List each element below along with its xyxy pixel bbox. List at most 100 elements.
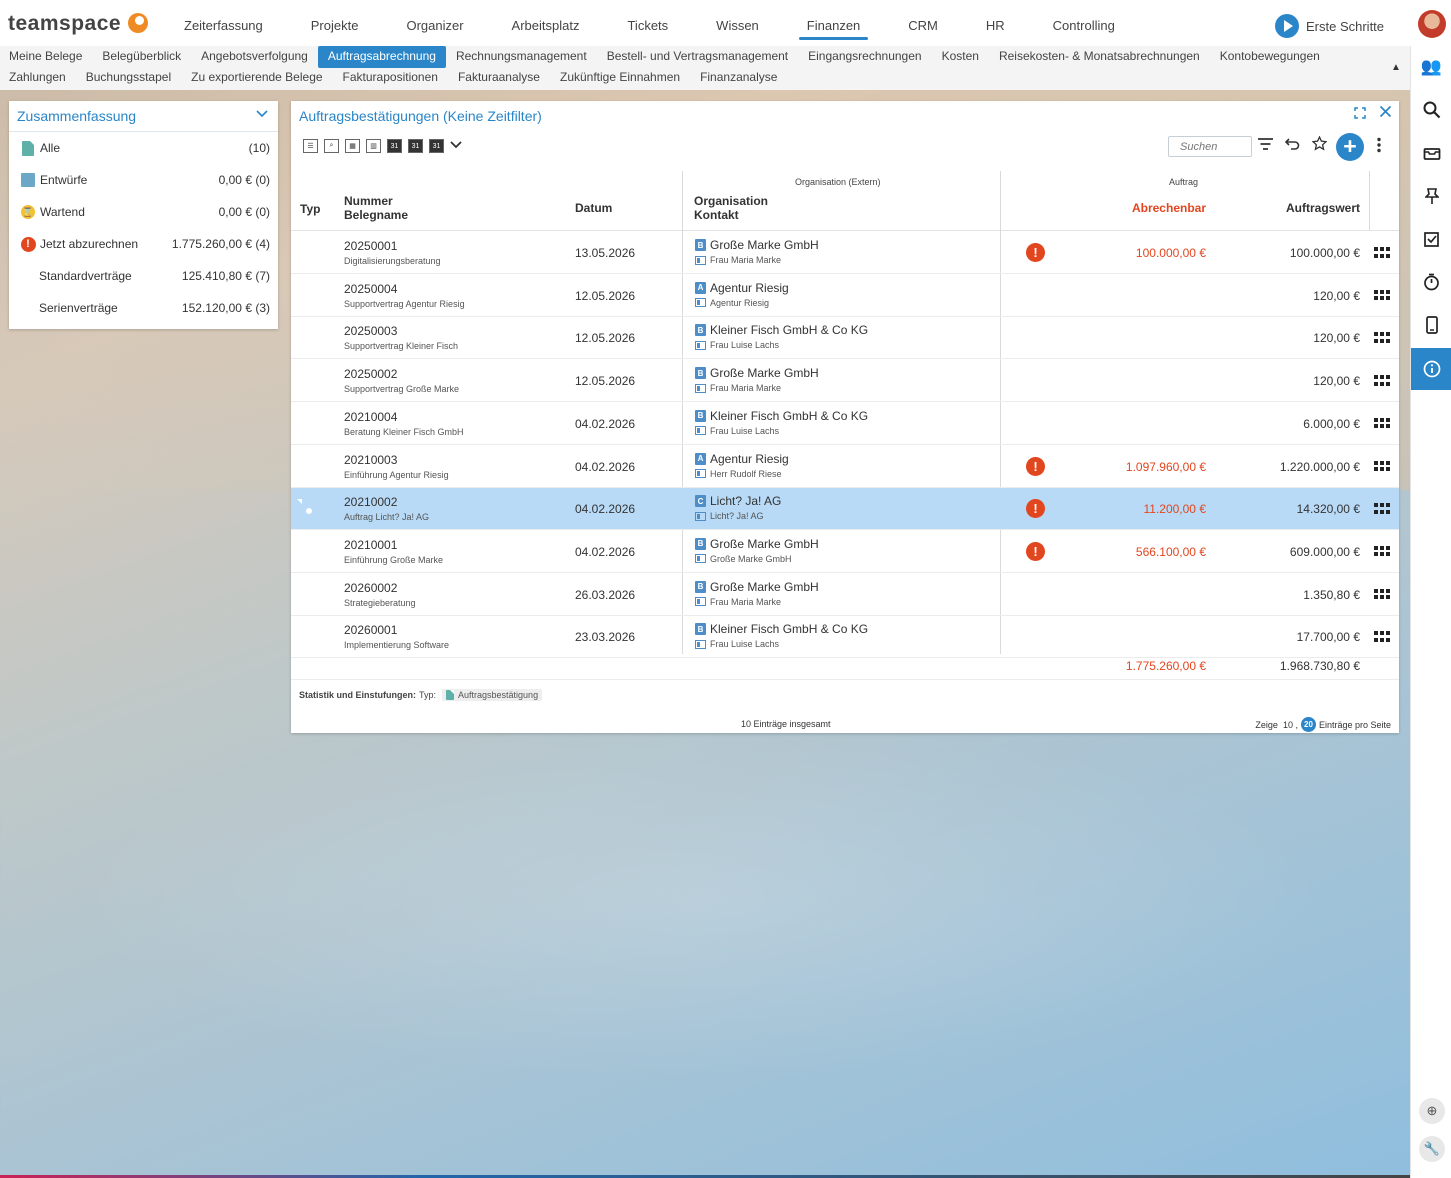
nav-item-tickets[interactable]: Tickets: [603, 0, 692, 46]
tile-view-icon[interactable]: ▦: [345, 139, 360, 153]
collapse-up-icon[interactable]: ▲: [1391, 62, 1401, 73]
table-row[interactable]: 20210001 Einführung Große Marke 04.02.2026…: [291, 531, 1399, 573]
subnav-item-bestell-und-vertragsmanagement[interactable]: Bestell- und Vertragsmanagement: [597, 46, 798, 68]
column-header-typ[interactable]: Typ: [300, 203, 320, 216]
page-size-20[interactable]: 20: [1300, 717, 1316, 732]
table-row[interactable]: 20250001 Digitalisierungsberatung 13.05.20…: [291, 232, 1399, 274]
contact-link[interactable]: Frau Luise Lachs: [695, 426, 779, 436]
row-menu-grid-icon[interactable]: [1374, 545, 1390, 557]
subnav-item-zukuenftige-einnahmen[interactable]: Zukünftige Einnahmen: [550, 67, 690, 89]
subnav-item-meine-belege[interactable]: Meine Belege: [0, 46, 92, 68]
order-number[interactable]: 20260002: [344, 581, 397, 595]
organisation-link[interactable]: B Kleiner Fisch GmbH & Co KG: [695, 323, 868, 337]
calendar-day-icon[interactable]: 31: [387, 139, 402, 153]
app-logo[interactable]: teamspace: [8, 12, 121, 36]
star-icon[interactable]: [1311, 135, 1328, 155]
row-menu-grid-icon[interactable]: [1374, 332, 1390, 343]
detail-view-icon[interactable]: ⌕: [324, 139, 339, 153]
contact-link[interactable]: Frau Luise Lachs: [695, 639, 779, 649]
contact-link[interactable]: Licht? Ja! AG: [695, 511, 764, 521]
alert-icon[interactable]: !: [1026, 499, 1045, 519]
wrench-icon[interactable]: 🔧: [1419, 1136, 1445, 1162]
order-number[interactable]: 20250001: [344, 239, 397, 253]
order-number[interactable]: 20260001: [344, 623, 397, 637]
nav-item-hr[interactable]: HR: [962, 0, 1029, 46]
info-icon[interactable]: [1411, 348, 1451, 390]
undo-icon[interactable]: [1284, 137, 1300, 155]
subnav-item-fakturaanalyse[interactable]: Fakturaanalyse: [448, 67, 550, 89]
column-header-organisation[interactable]: Organisation: [694, 195, 768, 208]
subnav-item-buchungsstapel[interactable]: Buchungsstapel: [76, 67, 181, 89]
subnav-item-kontobewegungen[interactable]: Kontobewegungen: [1210, 46, 1330, 68]
organisation-link[interactable]: B Große Marke GmbH: [695, 537, 819, 551]
order-number[interactable]: 20210003: [344, 453, 397, 467]
subnav-item-auftragsabrechnung[interactable]: Auftragsabrechnung: [317, 46, 446, 68]
row-menu-grid-icon[interactable]: [1374, 417, 1390, 429]
alert-icon[interactable]: !: [1026, 456, 1045, 476]
subnav-item-rechnungsmanagement[interactable]: Rechnungsmanagement: [446, 46, 597, 68]
row-menu-grid-icon[interactable]: [1374, 588, 1390, 600]
column-header-belegname[interactable]: Belegname: [344, 209, 408, 222]
subnav-item-zahlungen[interactable]: Zahlungen: [0, 67, 76, 89]
page-size-10[interactable]: 10 ,: [1283, 720, 1298, 730]
nav-item-crm[interactable]: CRM: [884, 0, 962, 46]
add-button[interactable]: +: [1336, 133, 1364, 161]
column-header-kontakt[interactable]: Kontakt: [694, 209, 739, 222]
stat-tag[interactable]: Auftragsbestätigung: [442, 689, 543, 701]
organisation-link[interactable]: B Kleiner Fisch GmbH & Co KG: [695, 409, 868, 423]
organisation-link[interactable]: C Licht? Ja! AG: [695, 494, 781, 508]
search-icon[interactable]: [1411, 89, 1451, 131]
contact-link[interactable]: Frau Luise Lachs: [695, 340, 779, 350]
table-row[interactable]: 20250004 Supportvertrag Agentur Riesig 12.…: [291, 275, 1399, 317]
alert-icon[interactable]: !: [1026, 243, 1045, 262]
calendar-month-icon[interactable]: 31: [429, 139, 444, 153]
summary-item-alle[interactable]: Alle (10): [9, 132, 278, 164]
nav-item-finanzen[interactable]: Finanzen: [783, 0, 884, 46]
more-options-icon[interactable]: [1376, 137, 1382, 157]
subnav-item-kosten[interactable]: Kosten: [932, 46, 989, 68]
chart-view-icon[interactable]: ▥: [366, 139, 381, 153]
summary-item-wartend[interactable]: ⌛ Wartend 0,00 € (0): [9, 196, 278, 228]
pin-icon[interactable]: [1411, 175, 1451, 217]
order-number[interactable]: 20250004: [344, 282, 397, 296]
summary-item-jetzt-abzurechnen[interactable]: ! Jetzt abzurechnen 1.775.260,00 € (4): [9, 228, 278, 260]
chevron-down-icon[interactable]: [256, 107, 268, 122]
row-menu-grid-icon[interactable]: [1374, 247, 1390, 258]
summary-item-entwuerfe[interactable]: Entwürfe 0,00 € (0): [9, 164, 278, 196]
contact-link[interactable]: Frau Maria Marke: [695, 255, 781, 265]
table-row[interactable]: 20260001 Implementierung Software 23.03.20…: [291, 616, 1399, 659]
nav-item-organizer[interactable]: Organizer: [382, 0, 487, 46]
contact-link[interactable]: Agentur Riesig: [695, 298, 769, 308]
row-menu-grid-icon[interactable]: [1374, 460, 1390, 472]
nav-item-arbeitsplatz[interactable]: Arbeitsplatz: [488, 0, 604, 46]
order-number[interactable]: 20210002: [344, 495, 397, 509]
table-row[interactable]: 20250002 Supportvertrag Große Marke 12.05.…: [291, 360, 1399, 403]
column-header-nummer[interactable]: Nummer: [344, 195, 393, 208]
row-menu-grid-icon[interactable]: [1374, 503, 1390, 514]
users-icon[interactable]: 👥: [1411, 46, 1451, 88]
organisation-link[interactable]: B Kleiner Fisch GmbH & Co KG: [695, 622, 868, 636]
subnav-item-finanzanalyse[interactable]: Finanzanalyse: [690, 67, 787, 89]
row-menu-grid-icon[interactable]: [1374, 631, 1390, 642]
nav-item-projekte[interactable]: Projekte: [287, 0, 383, 46]
first-steps-button[interactable]: Erste Schritte: [1275, 14, 1384, 38]
column-header-datum[interactable]: Datum: [575, 202, 612, 215]
add-widget-icon[interactable]: ⊕: [1419, 1098, 1445, 1124]
contact-link[interactable]: Große Marke GmbH: [695, 554, 792, 564]
contact-link[interactable]: Herr Rudolf Riese: [695, 469, 782, 479]
avatar[interactable]: [1418, 10, 1446, 38]
table-row[interactable]: 20260002 Strategieberatung 26.03.2026 B Groß…: [291, 574, 1399, 616]
table-row[interactable]: 20210003 Einführung Agentur Riesig 04.02.2…: [291, 446, 1399, 488]
order-number[interactable]: 20250003: [344, 324, 397, 338]
organisation-link[interactable]: B Große Marke GmbH: [695, 238, 819, 252]
filter-icon[interactable]: [1257, 137, 1274, 155]
search-input[interactable]: [1168, 136, 1252, 157]
organisation-link[interactable]: A Agentur Riesig: [695, 281, 789, 295]
task-check-icon[interactable]: [1411, 218, 1451, 260]
subnav-item-fakturapositionen[interactable]: Fakturapositionen: [333, 67, 448, 89]
column-header-abrechenbar[interactable]: Abrechenbar: [1132, 202, 1206, 215]
table-row[interactable]: 20210002 Auftrag Licht? Ja! AG 04.02.2026 C…: [291, 488, 1399, 531]
maximize-icon[interactable]: [1354, 106, 1366, 122]
subnav-item-zu-exportierende-belege[interactable]: Zu exportierende Belege: [181, 67, 332, 89]
summary-item-standardvertraege[interactable]: Standardverträge 125.410,80 € (7): [9, 260, 278, 292]
